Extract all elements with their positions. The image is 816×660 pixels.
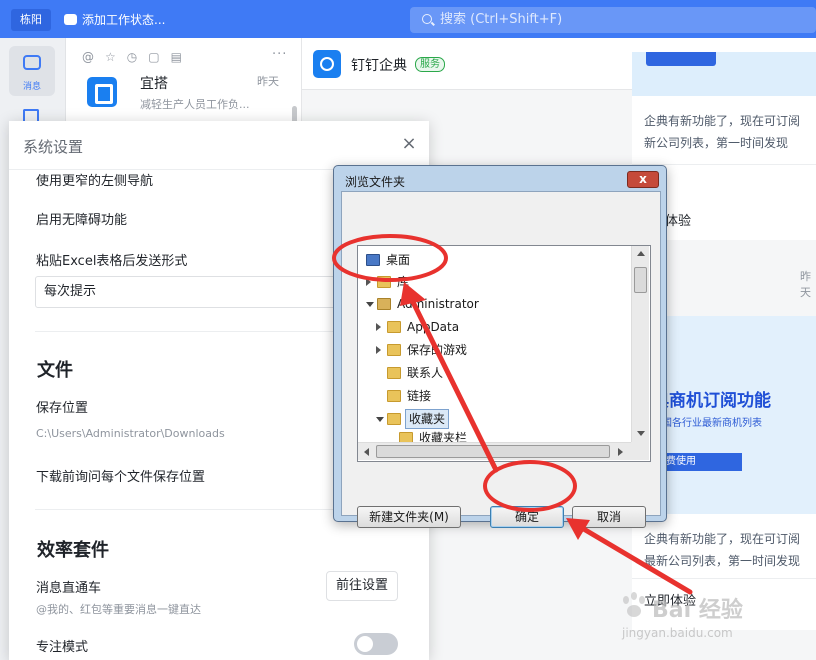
- watermark-url: jingyan.baidu.com: [622, 626, 733, 640]
- scroll-right-icon[interactable]: [618, 448, 623, 456]
- user-avatar[interactable]: 栋阳: [11, 9, 51, 31]
- excel-paste-selected-value: 每次提示: [44, 284, 97, 299]
- tree-item-label: Administrator: [397, 297, 479, 311]
- mention-filter-icon[interactable]: @: [82, 50, 94, 64]
- browse-folder-dialog: 浏览文件夹 x 桌面 库 Administrator AppData 保存的游戏…: [333, 165, 667, 528]
- more-icon[interactable]: ···: [272, 47, 287, 62]
- message-icon: [23, 55, 41, 70]
- tree-horizontal-scrollbar[interactable]: [358, 442, 631, 460]
- list-item[interactable]: 宜搭 昨天 减轻生产人员工作负...: [66, 70, 302, 122]
- nav-messages-label: 消息: [22, 82, 41, 92]
- card-banner-button[interactable]: [646, 52, 716, 66]
- yida-app-icon: [87, 77, 117, 107]
- files-section-title: 文件: [37, 360, 73, 381]
- top-bar: 栋阳 添加工作状态... 搜索 (Ctrl+Shift+F): [0, 0, 816, 38]
- baidu-jingyan-watermark: Bai 经验 jingyan.baidu.com: [620, 590, 780, 652]
- tree-vertical-scrollbar[interactable]: [631, 246, 649, 442]
- narrow-nav-option: 使用更窄的左侧导航: [36, 174, 154, 189]
- expand-arrow-icon: [366, 278, 371, 286]
- ask-save-location-option: 下载前询问每个文件保存位置: [36, 470, 206, 485]
- star-filter-icon[interactable]: ☆: [105, 50, 116, 64]
- expand-arrow-icon: [376, 346, 381, 354]
- global-search-input[interactable]: 搜索 (Ctrl+Shift+F): [410, 7, 816, 33]
- card-text-line: 最新公司列表，第一时间发现: [644, 554, 801, 568]
- clock-filter-icon[interactable]: ◷: [127, 50, 137, 64]
- work-status-button[interactable]: 添加工作状态...: [64, 11, 165, 28]
- chat-bubble-icon: [64, 14, 77, 25]
- conversation-filter-bar: @ ☆ ◷ ▢ ▤: [82, 50, 182, 64]
- settings-title: 系统设置: [23, 138, 84, 156]
- efficiency-section-title: 效率套件: [37, 540, 109, 561]
- folder-icon: [387, 413, 401, 425]
- scroll-thumb[interactable]: [376, 445, 610, 458]
- expand-arrow-icon: [376, 323, 381, 331]
- card-banner-subtitle: 全国各行业最新商机列表: [652, 418, 762, 429]
- focus-mode-label: 专注模式: [36, 640, 89, 655]
- scroll-down-icon[interactable]: [637, 431, 645, 436]
- focus-mode-toggle[interactable]: [354, 633, 398, 655]
- file-filter-icon[interactable]: ▤: [171, 50, 182, 64]
- close-icon[interactable]: ×: [401, 135, 417, 153]
- watermark-text: Bai 经验: [652, 598, 743, 623]
- close-icon[interactable]: x: [627, 171, 659, 188]
- folder-icon: [387, 321, 401, 333]
- collapse-arrow-icon: [376, 417, 384, 422]
- cancel-button[interactable]: 取消: [572, 506, 646, 528]
- go-settings-button[interactable]: 前往设置: [326, 571, 398, 601]
- desktop-icon: [366, 254, 380, 266]
- browse-dialog-title: 浏览文件夹: [345, 175, 406, 189]
- save-location-path: C:\Users\Administrator\Downloads: [36, 427, 225, 440]
- work-status-label: 添加工作状态...: [82, 13, 166, 27]
- user-folder-icon: [377, 298, 391, 310]
- collapse-arrow-icon: [366, 302, 374, 307]
- scroll-thumb[interactable]: [634, 267, 647, 293]
- scrollbar-corner: [631, 442, 649, 460]
- message-express-description: @我的、红包等重要消息一键直达: [36, 603, 201, 616]
- baidu-paw-icon: [620, 592, 650, 620]
- card-text-line: 企典有新功能了，现在可订阅: [644, 114, 801, 128]
- card-banner-title: 典商机订阅功能: [652, 391, 771, 411]
- document-icon[interactable]: [23, 109, 39, 121]
- card-text-line: 新公司列表，第一时间发现: [644, 136, 789, 150]
- card-banner: [632, 52, 816, 96]
- browse-dialog-body: 桌面 库 Administrator AppData 保存的游戏 联系人 链接 …: [341, 191, 661, 528]
- conversation-time: 昨天: [257, 75, 279, 88]
- folder-icon: [387, 344, 401, 356]
- qidian-app-icon: [313, 50, 341, 78]
- library-icon: [377, 276, 391, 288]
- tree-item-label: 联系人: [407, 366, 444, 380]
- new-folder-button[interactable]: 新建文件夹(M): [357, 506, 461, 528]
- conversation-preview: 减轻生产人员工作负...: [140, 98, 250, 111]
- ok-button[interactable]: 确定: [490, 506, 564, 528]
- tree-item-label: AppData: [407, 320, 460, 334]
- accessibility-option: 启用无障碍功能: [36, 213, 128, 228]
- card-text-line: 企典有新功能了，现在可订阅: [644, 532, 801, 546]
- folder-tree: 桌面 库 Administrator AppData 保存的游戏 联系人 链接 …: [357, 245, 651, 462]
- message-express-label: 消息直通车: [36, 581, 102, 596]
- tree-item-label: 链接: [407, 389, 432, 403]
- search-icon: [422, 14, 432, 24]
- search-placeholder: 搜索 (Ctrl+Shift+F): [440, 12, 563, 27]
- folder-icon: [387, 367, 401, 379]
- service-badge: 服务: [415, 57, 445, 72]
- nav-messages[interactable]: 消息: [9, 46, 55, 96]
- scroll-up-icon[interactable]: [637, 251, 645, 256]
- conversation-name: 宜搭: [140, 76, 168, 92]
- card-divider: [632, 578, 816, 579]
- tree-item-label: 保存的游戏: [407, 343, 468, 357]
- excel-paste-label: 粘贴Excel表格后发送形式: [36, 254, 188, 269]
- box-filter-icon[interactable]: ▢: [148, 50, 159, 64]
- folder-icon: [387, 390, 401, 402]
- message-time: 昨天: [800, 270, 811, 299]
- tree-item-label: 收藏夹: [405, 409, 450, 429]
- tree-item-label: 桌面: [386, 253, 411, 267]
- tree-item-label: 库: [397, 275, 410, 289]
- chat-title: 钉钉企典: [351, 58, 407, 74]
- save-location-label: 保存位置: [36, 401, 89, 416]
- scroll-left-icon[interactable]: [364, 448, 369, 456]
